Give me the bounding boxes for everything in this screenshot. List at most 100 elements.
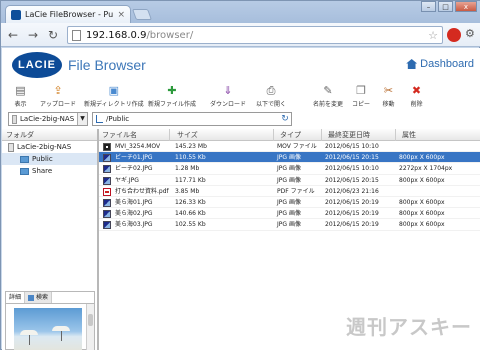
tab-title: LaCie FileBrowser - Publ (25, 10, 114, 19)
folder-icon (20, 167, 29, 175)
minimize-button[interactable]: – (421, 1, 436, 12)
file-date: 2012/06/15 20:15 (325, 154, 379, 162)
browser-window: LaCie FileBrowser - Publ × – □ x ← → ↻ 1… (0, 0, 480, 350)
tab-close-icon[interactable]: × (117, 10, 125, 20)
file-size: 145.23 Mb (175, 143, 207, 150)
page-icon (72, 29, 81, 41)
file-size: 126.33 Kb (175, 198, 206, 206)
navigation-bar: ← → ↻ 192.168.0.9/browser/ ☆ ⚙ (1, 23, 480, 47)
wrench-menu-icon[interactable]: ⚙ (465, 27, 479, 43)
new-folder-button[interactable]: ▣ 新規ディレクトリ作成 (84, 84, 144, 108)
maximize-button[interactable]: □ (438, 1, 453, 12)
file-date: 2012/06/15 20:19 (325, 210, 379, 218)
column-header-name[interactable]: ファイル名 (99, 129, 137, 141)
file-row[interactable]: ビーチ01.JPG 110.55 Kb JPG 画像 2012/06/15 20:15… (99, 152, 480, 164)
path-bar: LaCie-2big-NAS ▼ /Public ↻ (2, 112, 480, 128)
file-type: JPG 画像 (277, 210, 301, 218)
tree-item-share[interactable]: Share (2, 165, 97, 177)
file-row[interactable]: 美ら海03.JPG 102.55 Kb JPG 画像 2012/06/15 20:19… (99, 219, 480, 231)
new-file-button[interactable]: ✚ 新規ファイル作成 (148, 84, 196, 108)
detail-scrollbar[interactable] (86, 304, 94, 350)
tree-item-public[interactable]: Public (2, 153, 97, 165)
copy-icon: ❐ (356, 84, 366, 97)
column-header-attr[interactable]: 属性 (399, 129, 416, 141)
jpg-file-icon (103, 154, 111, 163)
search-icon (28, 294, 35, 301)
jpg-file-icon (103, 198, 111, 207)
lacie-logo[interactable]: LACIE (12, 52, 62, 78)
file-type: JPG 画像 (277, 165, 301, 173)
file-row[interactable]: 美ら海02.JPG 140.66 Kb JPG 画像 2012/06/15 20:19… (99, 208, 480, 220)
extension-icon[interactable] (447, 28, 461, 42)
file-type: MOV ファイル (277, 143, 317, 150)
download-button[interactable]: ⇓ ダウンロード (210, 84, 246, 108)
bookmark-star-icon[interactable]: ☆ (428, 29, 438, 42)
file-date: 2012/06/15 20:15 (325, 176, 379, 184)
column-header-size[interactable]: サイズ (174, 129, 198, 141)
tree-item-nas[interactable]: LaCie-2big-NAS (2, 141, 97, 153)
tab-strip: LaCie FileBrowser - Publ × – □ x (1, 1, 480, 23)
download-icon: ⇓ (223, 84, 233, 97)
file-row[interactable]: ビーチ02.JPG 1.28 Mb JPG 画像 2012/06/15 10:10 22… (99, 163, 480, 175)
rename-button[interactable]: ✎ 名前を変更 (313, 84, 343, 108)
file-type: JPG 画像 (277, 154, 301, 162)
drive-select[interactable]: LaCie-2big-NAS ▼ (8, 112, 88, 126)
file-attr: 800px X 600px (399, 176, 445, 184)
display-button[interactable]: ▤ 表示 (14, 84, 27, 108)
tab-details[interactable]: 詳細 (6, 292, 26, 303)
file-name: 美ら海02.JPG (115, 210, 153, 218)
forward-arrow-icon[interactable]: → (25, 27, 41, 43)
column-header-type[interactable]: タイプ (277, 129, 301, 141)
file-list-header: ファイル名 サイズ タイプ 最終変更日時 属性 (99, 129, 480, 141)
nas-drive-icon (8, 142, 14, 152)
refresh-icon[interactable]: ↻ (280, 114, 290, 124)
file-size: 140.66 Kb (175, 210, 206, 218)
watermark: 週刊アスキー (346, 315, 472, 339)
tab-search[interactable]: 検索 (25, 292, 53, 303)
folder-panel: フォルダ LaCie-2big-NAS Public Share 詳細 検索 (2, 129, 98, 350)
file-name: MVI_3254.MOV (115, 143, 161, 150)
file-date: 2012/06/15 20:19 (325, 198, 379, 206)
file-name: ビーチ01.JPG (115, 154, 153, 162)
reload-icon[interactable]: ↻ (45, 27, 61, 43)
path-input[interactable]: /Public ↻ (92, 112, 292, 126)
address-bar[interactable]: 192.168.0.9/browser/ ☆ (67, 26, 443, 44)
mov-file-icon (103, 143, 111, 151)
chevron-down-icon[interactable]: ▼ (77, 113, 87, 125)
app-header: LACIE File Browser Dashboard (2, 48, 480, 82)
browser-tab[interactable]: LaCie FileBrowser - Publ × (5, 5, 131, 23)
file-row[interactable]: 美ら海01.JPG 126.33 Kb JPG 画像 2012/06/15 20:19… (99, 197, 480, 209)
file-name: 打ち合わせ資料.pdf (115, 187, 169, 195)
file-row[interactable]: MVI_3254.MOV 145.23 Mb MOV ファイル 2012/06/15 … (99, 141, 480, 153)
file-size: 1.28 Mb (175, 165, 200, 173)
delete-button[interactable]: ✖ 削除 (410, 84, 423, 108)
file-attr: 2272px X 1704px (399, 165, 453, 173)
copy-button[interactable]: ❐ コピー (352, 84, 370, 108)
display-icon: ▤ (15, 84, 26, 97)
detail-panel: 詳細 検索 (5, 291, 95, 350)
column-header-date[interactable]: 最終変更日時 (325, 129, 370, 141)
move-button[interactable]: ✂ 移動 (382, 84, 395, 108)
file-date: 2012/06/15 20:19 (325, 221, 379, 229)
folder-up-icon[interactable] (96, 115, 103, 123)
upload-button[interactable]: ⇪ アップロード (40, 84, 76, 108)
file-row[interactable]: 打ち合わせ資料.pdf 3.85 Mb PDF ファイル 2012/06/23 21:… (99, 186, 480, 197)
file-name: ビーチ02.JPG (115, 165, 153, 173)
open-with-button[interactable]: ⎙ 以下で開く (256, 84, 286, 108)
detail-tabs: 詳細 検索 (6, 292, 94, 304)
pdf-file-icon (103, 187, 111, 196)
folder-header: フォルダ (2, 129, 97, 141)
lacie-favicon-icon (11, 9, 21, 20)
file-row[interactable]: ヤギ.JPG 117.71 Kb JPG 画像 2012/06/15 20:15 800… (99, 175, 480, 186)
jpg-file-icon (103, 165, 111, 174)
back-arrow-icon[interactable]: ← (5, 27, 21, 43)
new-folder-icon: ▣ (108, 84, 119, 97)
toolbar: ▤ 表示 ⇪ アップロード ▣ 新規ディレクトリ作成 ✚ 新規ファイル作成 ⇓ ダウンロー… (2, 84, 480, 110)
dashboard-link[interactable]: Dashboard (406, 58, 474, 70)
file-size: 117.71 Kb (175, 176, 206, 184)
new-file-icon: ✚ (167, 84, 177, 97)
close-window-button[interactable]: x (455, 1, 477, 12)
new-tab-button[interactable] (131, 9, 153, 20)
folder-icon (20, 155, 29, 163)
file-type: JPG 画像 (277, 198, 301, 206)
